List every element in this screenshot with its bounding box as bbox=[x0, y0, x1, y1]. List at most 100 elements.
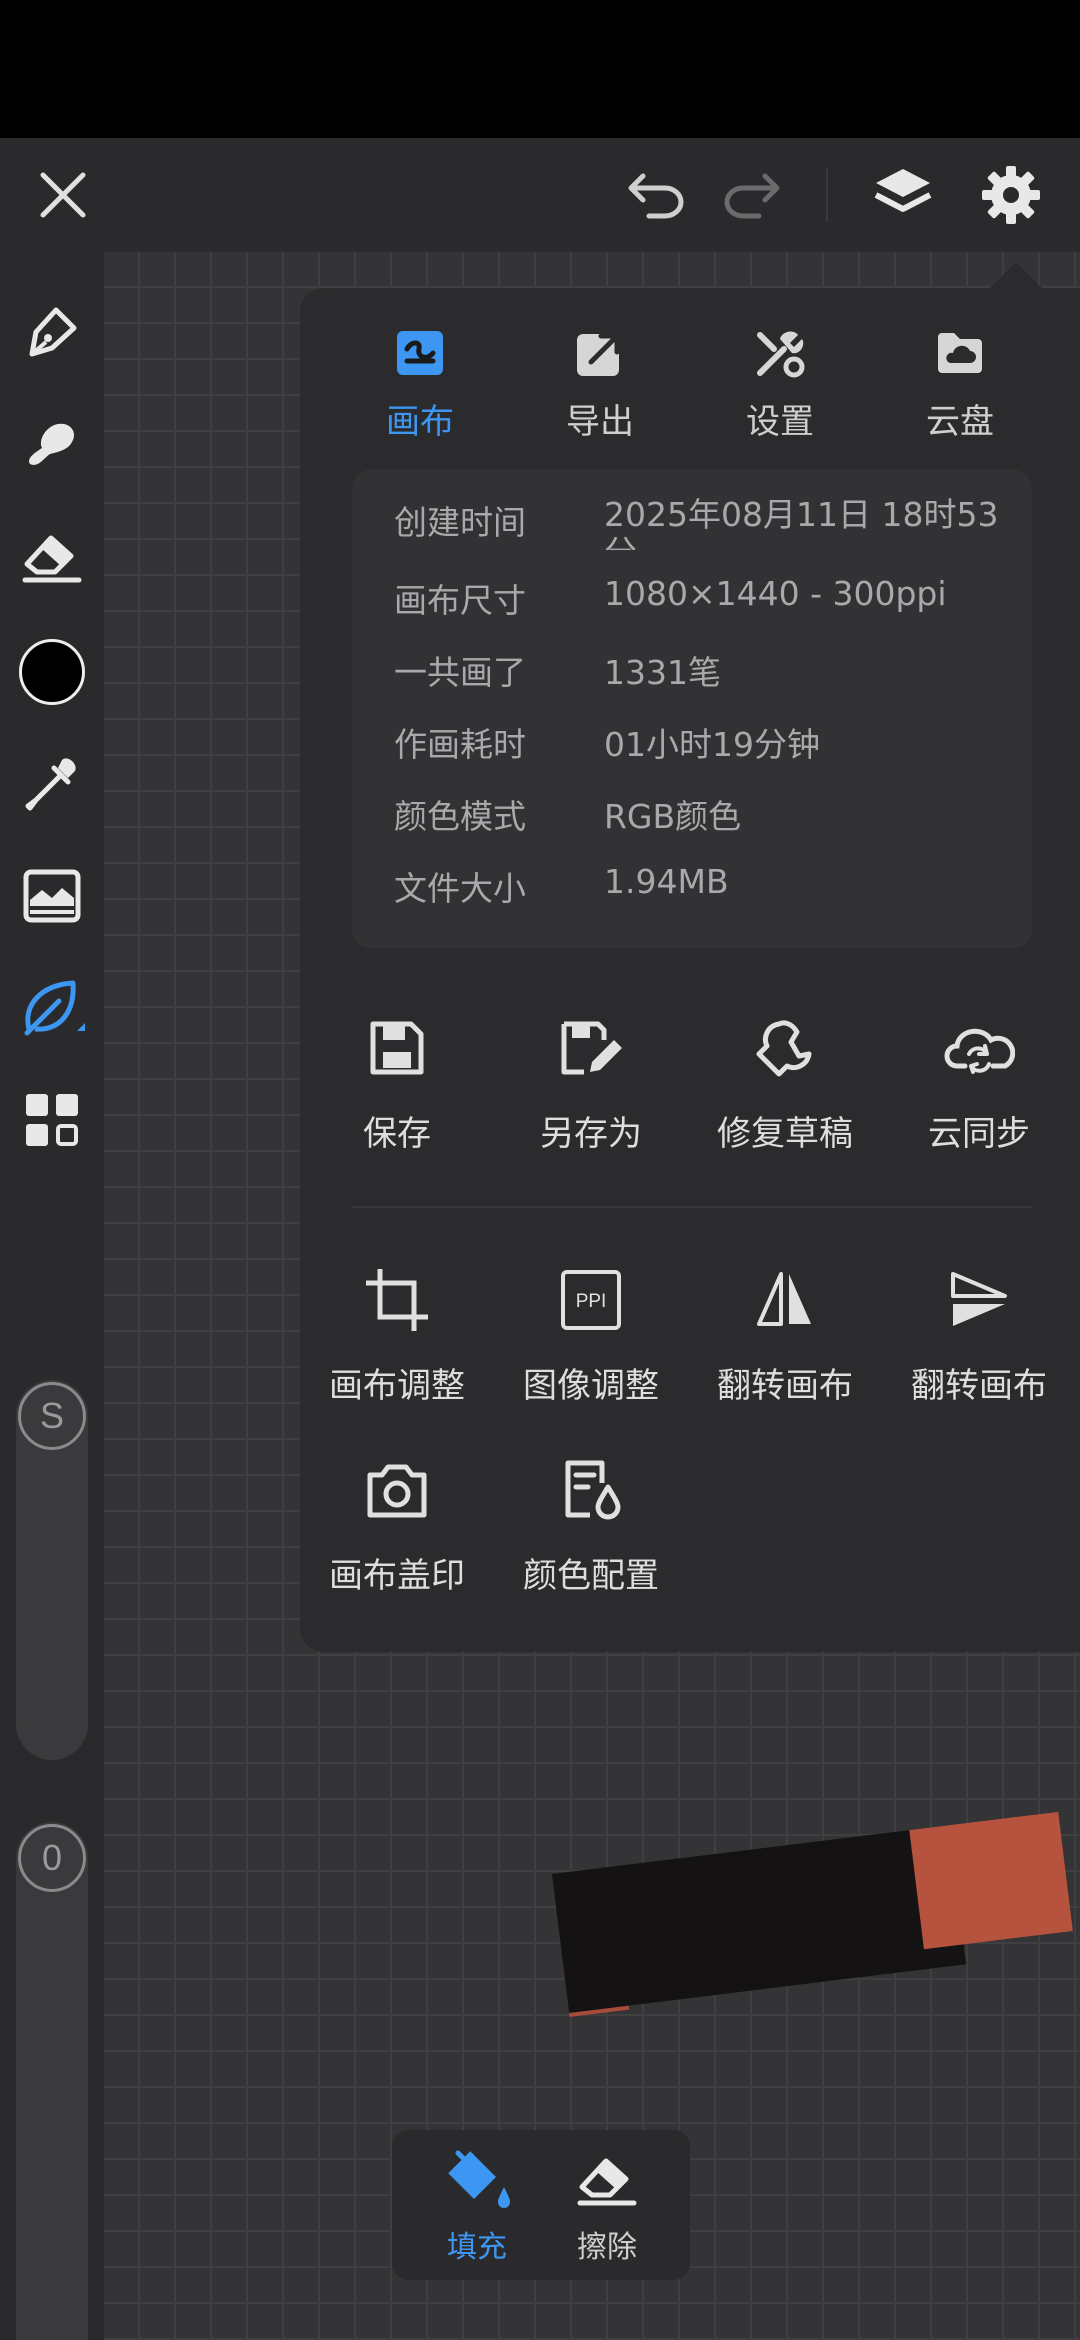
save-as-button[interactable]: 另存为 bbox=[496, 1008, 686, 1158]
export-icon bbox=[577, 333, 620, 376]
cloud-sync-icon bbox=[944, 1028, 1015, 1074]
brush-opacity-knob[interactable]: 0 bbox=[18, 1824, 86, 1892]
ppi-icon: PPI bbox=[561, 1270, 621, 1330]
info-key: 文件大小 bbox=[394, 869, 526, 908]
eraser-tool[interactable] bbox=[12, 516, 92, 596]
save-as-icon bbox=[561, 1021, 622, 1075]
cloud-sync-label: 云同步 bbox=[928, 1114, 1030, 1154]
color-profile-icon bbox=[565, 1460, 621, 1520]
leaf-icon bbox=[24, 980, 85, 1036]
selection-tool[interactable] bbox=[12, 968, 92, 1048]
undo-button[interactable] bbox=[622, 160, 692, 230]
canvas-panel: 画布 导出 设置 云盘 创建时间 2025年08月11日 18时53分 画布尺寸… bbox=[300, 288, 1080, 1652]
cloud-sync-button[interactable]: 云同步 bbox=[884, 1008, 1074, 1158]
current-color-swatch bbox=[19, 639, 85, 705]
panel-divider bbox=[352, 1206, 1032, 1208]
flip-canvas-vertical-button[interactable]: 翻转画布 bbox=[884, 1260, 1074, 1410]
close-icon bbox=[40, 172, 86, 218]
info-value: 1331笔 bbox=[604, 653, 721, 692]
redo-button[interactable] bbox=[716, 160, 786, 230]
info-value: RGB颜色 bbox=[604, 797, 742, 836]
brush-tool[interactable] bbox=[12, 292, 92, 372]
gear-icon bbox=[982, 166, 1040, 224]
brush-opacity-slider[interactable]: 0 bbox=[16, 1822, 88, 2340]
save-label: 保存 bbox=[363, 1114, 431, 1154]
cloud-drive-icon bbox=[938, 333, 982, 373]
save-icon bbox=[370, 1021, 424, 1075]
canvas-stamp-label: 画布盖印 bbox=[329, 1556, 465, 1596]
tab-cloud-drive[interactable]: 云盘 bbox=[880, 318, 1040, 448]
flip-horizontal-icon bbox=[757, 1272, 811, 1326]
undo-icon bbox=[628, 173, 684, 219]
color-picker-button[interactable] bbox=[12, 632, 92, 712]
canvas-artwork bbox=[552, 1811, 1073, 2017]
info-key: 作画耗时 bbox=[394, 725, 526, 764]
more-tools-button[interactable] bbox=[12, 1080, 92, 1160]
brush-icon bbox=[29, 307, 77, 357]
info-key: 颜色模式 bbox=[394, 797, 526, 836]
brush-size-knob[interactable]: S bbox=[18, 1382, 86, 1450]
info-value: 1080×1440 - 300ppi bbox=[604, 574, 947, 613]
flip-canvas-horizontal-button[interactable]: 翻转画布 bbox=[690, 1260, 880, 1410]
color-profile-button[interactable]: 颜色配置 bbox=[496, 1450, 686, 1600]
canvas-adjust-button[interactable]: 画布调整 bbox=[302, 1260, 492, 1410]
eyedropper-icon bbox=[25, 758, 76, 811]
tab-export-label: 导出 bbox=[566, 402, 634, 442]
image-adjust-button[interactable]: PPI 图像调整 bbox=[496, 1260, 686, 1410]
flip-vertical-icon bbox=[951, 1272, 1007, 1326]
grid-icon bbox=[26, 1094, 78, 1146]
tab-canvas[interactable]: 画布 bbox=[340, 318, 500, 448]
save-as-label: 另存为 bbox=[540, 1114, 642, 1154]
camera-icon bbox=[367, 1464, 427, 1518]
color-profile-label: 颜色配置 bbox=[523, 1556, 659, 1596]
eraser-icon bbox=[22, 535, 82, 583]
flip-canvas-vertical-label: 翻转画布 bbox=[911, 1366, 1047, 1406]
canvas-adjust-label: 画布调整 bbox=[329, 1366, 465, 1406]
tab-settings[interactable]: 设置 bbox=[700, 318, 860, 448]
fill-bucket-icon bbox=[448, 2150, 510, 2208]
redo-icon bbox=[724, 173, 780, 219]
ppi-text: PPI bbox=[576, 1291, 607, 1312]
close-button[interactable] bbox=[28, 160, 98, 230]
repair-draft-button[interactable]: 修复草稿 bbox=[690, 1008, 880, 1158]
settings-tools-icon bbox=[757, 331, 805, 378]
layers-icon bbox=[874, 169, 932, 212]
image-adjust-tool[interactable] bbox=[12, 856, 92, 936]
smudge-tool[interactable] bbox=[12, 404, 92, 484]
info-value: 01小时19分钟 bbox=[604, 725, 820, 764]
brush-size-slider[interactable]: S bbox=[16, 1380, 88, 1760]
info-value: 2025年08月11日 18时53分 bbox=[604, 496, 999, 550]
crop-icon bbox=[366, 1269, 428, 1331]
tab-cloud-drive-label: 云盘 bbox=[926, 402, 994, 442]
left-toolbar: S 0 bbox=[0, 252, 104, 2340]
canvas-icon bbox=[397, 331, 443, 375]
image-adjust-label: 图像调整 bbox=[523, 1366, 659, 1406]
layers-button[interactable] bbox=[868, 160, 938, 230]
eyedropper-tool[interactable] bbox=[12, 744, 92, 824]
canvas-stamp-button[interactable]: 画布盖印 bbox=[302, 1450, 492, 1600]
fill-tool-button[interactable]: 填充 bbox=[422, 2146, 532, 2266]
bottom-tool-bar: 填充 擦除 bbox=[392, 2130, 690, 2280]
status-bar bbox=[0, 0, 1080, 138]
info-value: 1.94MB bbox=[604, 862, 729, 901]
tab-export[interactable]: 导出 bbox=[520, 318, 680, 448]
info-key: 一共画了 bbox=[394, 653, 526, 692]
smudge-icon bbox=[29, 423, 75, 465]
eraser-icon bbox=[577, 2158, 637, 2206]
settings-button[interactable] bbox=[976, 160, 1046, 230]
adjust-image-icon bbox=[23, 869, 81, 923]
erase-tool-button[interactable]: 擦除 bbox=[552, 2146, 662, 2266]
tab-settings-label: 设置 bbox=[746, 402, 814, 442]
save-button[interactable]: 保存 bbox=[302, 1008, 492, 1158]
flip-canvas-horizontal-label: 翻转画布 bbox=[717, 1366, 853, 1406]
wrench-icon bbox=[756, 1020, 812, 1077]
info-key: 创建时间 bbox=[394, 503, 526, 542]
topbar-divider bbox=[826, 168, 828, 222]
fill-tool-label: 填充 bbox=[447, 2230, 507, 2265]
panel-caret bbox=[990, 262, 1042, 288]
top-toolbar bbox=[0, 138, 1080, 252]
tab-canvas-label: 画布 bbox=[386, 402, 454, 442]
erase-tool-label: 擦除 bbox=[577, 2230, 637, 2265]
info-key: 画布尺寸 bbox=[394, 581, 526, 620]
canvas-info-box: 创建时间 2025年08月11日 18时53分 画布尺寸 1080×1440 -… bbox=[352, 470, 1032, 948]
